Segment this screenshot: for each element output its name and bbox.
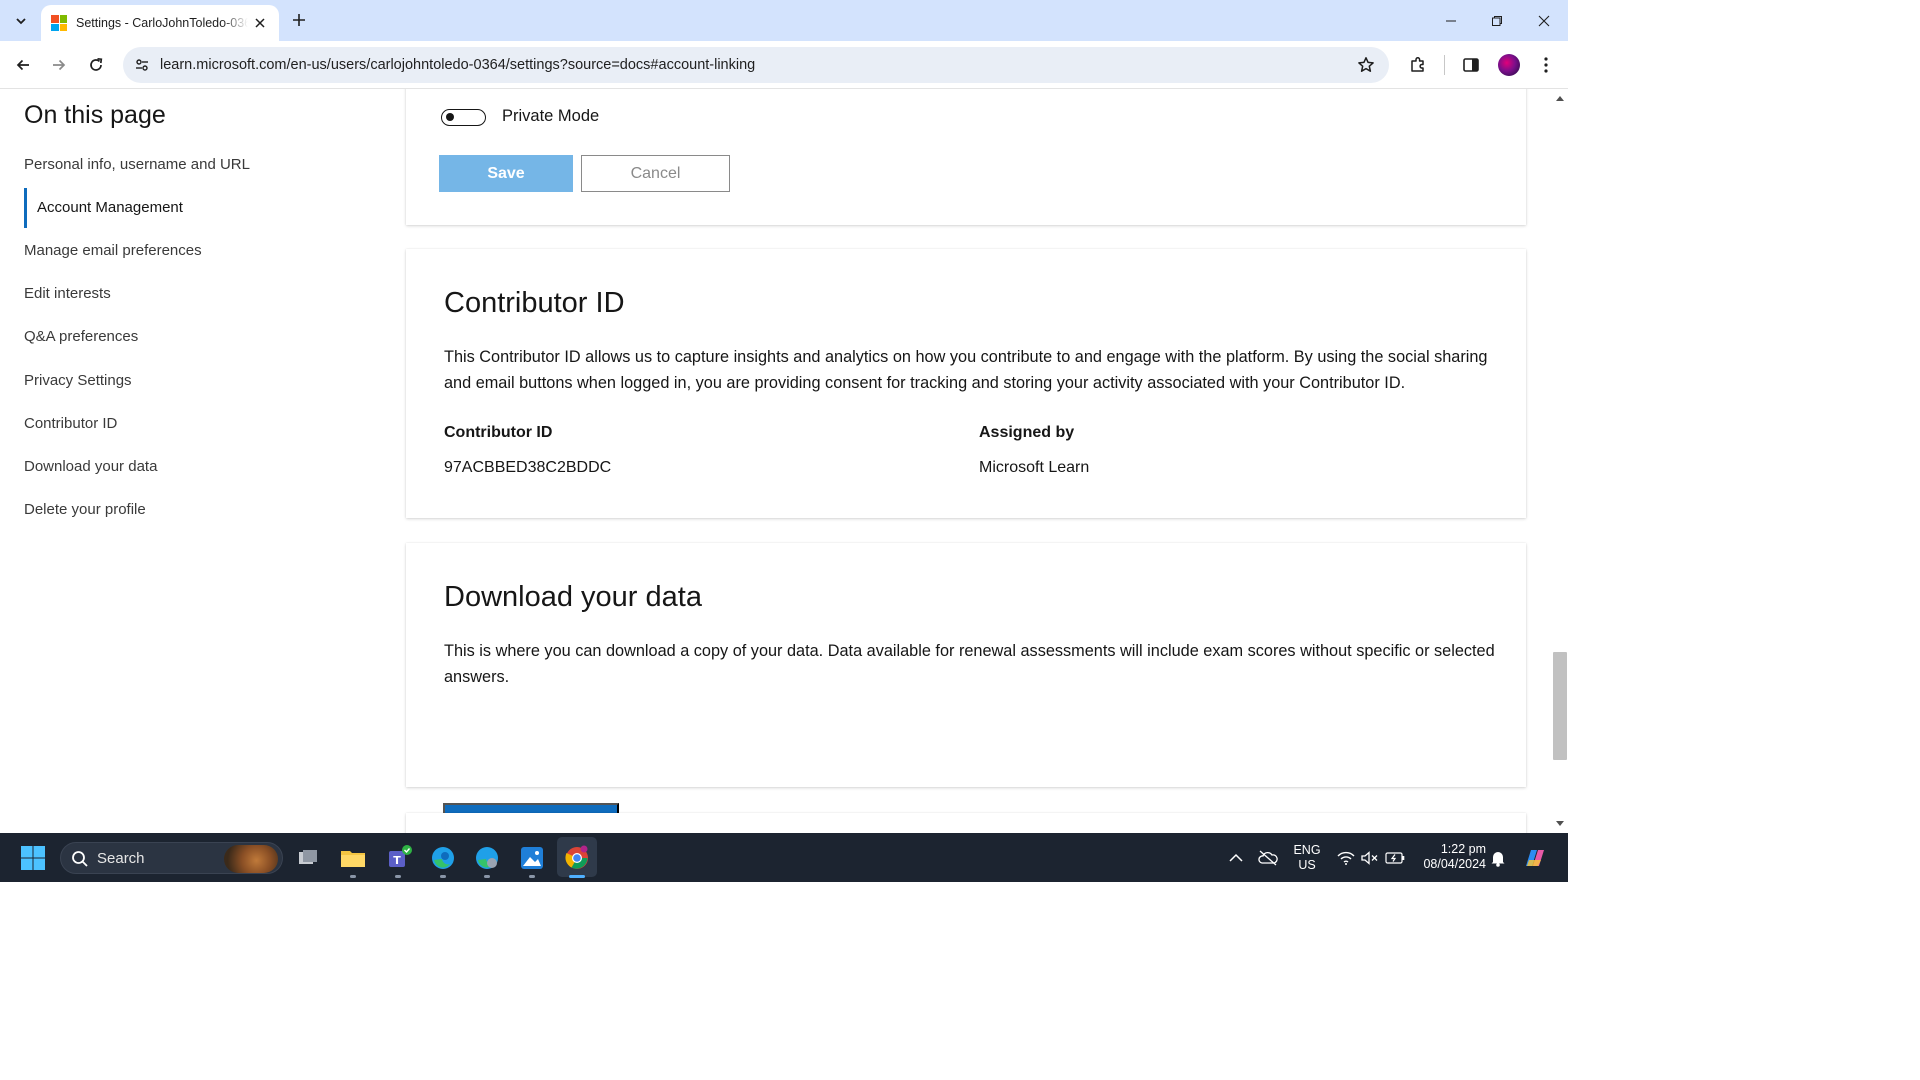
cancel-button[interactable]: Cancel	[581, 155, 730, 192]
toc-item-personal-info[interactable]: Personal info, username and URL	[24, 156, 250, 173]
contributor-id-value: 97ACBBED38C2BDDC	[444, 459, 612, 476]
scrollbar-thumb[interactable]	[1553, 652, 1567, 760]
address-bar[interactable]: learn.microsoft.com/en-us/users/carlojoh…	[123, 47, 1389, 83]
site-settings-icon[interactable]	[131, 54, 153, 76]
search-label: Search	[97, 850, 145, 867]
profile-avatar[interactable]	[1498, 54, 1520, 76]
language-indicator[interactable]: ENG US	[1290, 843, 1324, 873]
toggle-knob	[446, 113, 454, 121]
chrome-icon[interactable]	[561, 842, 593, 874]
show-hidden-icons-chevron-icon[interactable]	[1220, 842, 1252, 874]
assigned-by-value: Microsoft Learn	[979, 459, 1090, 476]
download-data-heading: Download your data	[444, 581, 702, 613]
tab-search-chevron-icon[interactable]	[8, 8, 34, 34]
browser-tab-settings[interactable]: Settings - CarloJohnToledo-0364 | Micros…	[41, 5, 279, 41]
scroll-up-arrow-icon[interactable]	[1555, 93, 1565, 103]
page-scrollbar[interactable]	[1552, 89, 1568, 833]
download-data-description: This is where you can download a copy of…	[444, 642, 1495, 686]
microsoft-logo-icon	[51, 15, 67, 31]
contributor-id-card: Contributor ID This Contributor ID allow…	[406, 249, 1526, 518]
contributor-id-heading: Contributor ID	[444, 287, 625, 319]
file-explorer-icon[interactable]	[337, 842, 369, 874]
copilot-icon[interactable]	[1519, 842, 1551, 874]
tab-close-icon[interactable]	[251, 14, 269, 32]
tab-title: Settings - CarloJohnToledo-0364 | Micros…	[76, 16, 248, 30]
close-window-icon[interactable]	[1521, 0, 1567, 41]
contributor-id-description: This Contributor ID allows us to capture…	[444, 348, 1488, 392]
photos-running-indicator	[529, 875, 535, 878]
battery-charging-icon[interactable]	[1379, 842, 1411, 874]
language-code: ENG	[1293, 843, 1321, 857]
clock-date: 08/04/2024	[1423, 857, 1486, 871]
edge-profile-running-indicator	[484, 875, 490, 878]
browser-tabstrip: Settings - CarloJohnToledo-0364 | Micros…	[0, 0, 1568, 41]
toc-item-privacy-settings[interactable]: Privacy Settings	[24, 372, 132, 389]
assigned-by-label: Assigned by	[979, 424, 1075, 441]
clock[interactable]: 1:22 pm 08/04/2024	[1414, 842, 1486, 872]
new-tab-plus-icon[interactable]	[287, 8, 311, 32]
page-content: On this page Personal info, username and…	[0, 89, 1552, 833]
browser-menu-kebab-icon[interactable]	[1532, 51, 1560, 79]
toc-item-manage-email[interactable]: Manage email preferences	[24, 242, 202, 259]
file-explorer-running-indicator	[350, 875, 356, 878]
privacy-settings-card: Private Mode Save Cancel	[406, 89, 1526, 225]
onedrive-offline-icon[interactable]	[1252, 842, 1284, 874]
back-arrow-icon[interactable]	[9, 51, 37, 79]
toolbar-divider	[1444, 55, 1445, 75]
private-mode-toggle[interactable]	[441, 109, 486, 126]
toc-item-account-management[interactable]: Account Management	[24, 188, 183, 228]
private-mode-label: Private Mode	[502, 107, 600, 125]
svg-text:T: T	[393, 854, 401, 867]
edge-profile-icon[interactable]	[471, 842, 503, 874]
notification-bell-icon[interactable]	[1482, 842, 1514, 874]
edge-running-indicator	[440, 875, 446, 878]
windows-start-icon[interactable]	[17, 842, 49, 874]
edge-icon[interactable]	[427, 842, 459, 874]
side-panel-icon[interactable]	[1457, 51, 1485, 79]
toc-item-qa-preferences[interactable]: Q&A preferences	[24, 328, 138, 345]
scroll-down-arrow-icon[interactable]	[1555, 819, 1565, 829]
browser-toolbar: learn.microsoft.com/en-us/users/carlojoh…	[0, 41, 1568, 89]
clock-time: 1:22 pm	[1440, 842, 1486, 856]
windows-taskbar: Search T ENG US 1:22 pm 08/04/2024	[0, 833, 1568, 882]
task-view-icon[interactable]	[292, 842, 324, 874]
reload-icon[interactable]	[82, 51, 110, 79]
toc-title: On this page	[24, 101, 166, 129]
contributor-id-label: Contributor ID	[444, 424, 553, 441]
keyboard-layout: US	[1298, 858, 1316, 872]
photos-app-icon[interactable]	[516, 842, 548, 874]
save-button[interactable]: Save	[439, 155, 573, 192]
search-highlight-image	[224, 845, 278, 873]
extensions-puzzle-icon[interactable]	[1404, 51, 1432, 79]
delete-profile-card	[406, 813, 1526, 833]
toc-item-contributor-id[interactable]: Contributor ID	[24, 415, 117, 432]
chrome-active-indicator	[569, 875, 585, 878]
bookmark-star-icon[interactable]	[1355, 54, 1377, 76]
search-icon	[72, 851, 88, 867]
restore-icon[interactable]	[1474, 0, 1520, 41]
forward-arrow-icon[interactable]	[45, 51, 73, 79]
url-text[interactable]: learn.microsoft.com/en-us/users/carlojoh…	[160, 57, 755, 73]
toc-item-edit-interests[interactable]: Edit interests	[24, 285, 111, 302]
teams-icon[interactable]: T	[383, 842, 415, 874]
toc-item-download-data[interactable]: Download your data	[24, 458, 157, 475]
download-data-card: Download your data This is where you can…	[406, 543, 1526, 833]
minimize-icon[interactable]	[1428, 0, 1474, 41]
taskbar-search[interactable]: Search	[60, 842, 283, 874]
teams-running-indicator	[395, 875, 401, 878]
toc-item-delete-profile[interactable]: Delete your profile	[24, 501, 146, 518]
